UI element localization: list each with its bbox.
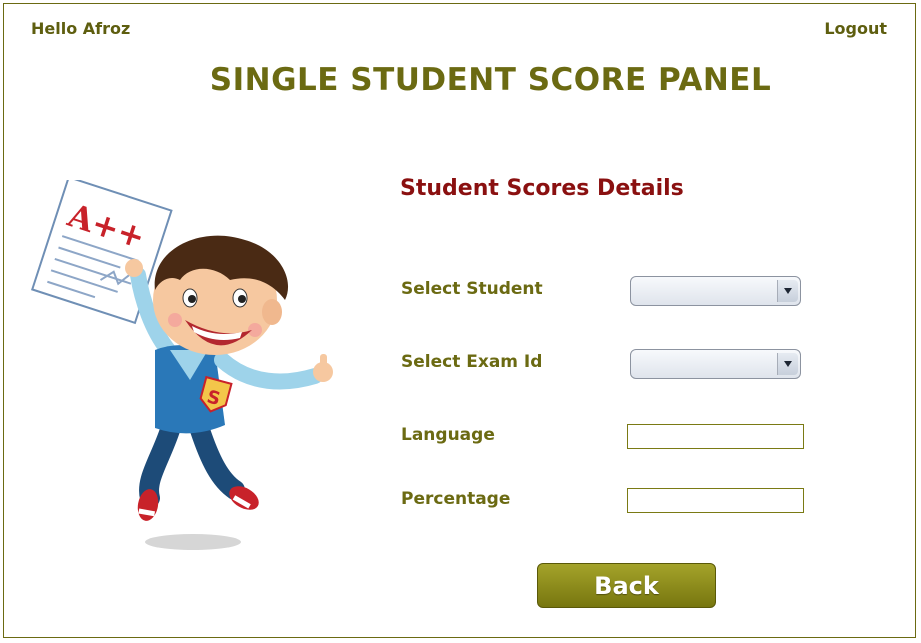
- percentage-field[interactable]: [627, 488, 804, 513]
- percentage-label: Percentage: [401, 489, 511, 509]
- chevron-down-icon: [784, 288, 792, 294]
- chevron-down-icon: [784, 361, 792, 367]
- section-title: Student Scores Details: [400, 176, 684, 201]
- student-mascot-illustration: A++ S: [30, 180, 333, 550]
- back-button[interactable]: Back: [537, 563, 716, 608]
- language-field[interactable]: [627, 424, 804, 449]
- select-exam-arrow-button[interactable]: [777, 353, 798, 375]
- select-student-arrow-button[interactable]: [777, 280, 798, 302]
- select-exam-label: Select Exam Id: [401, 352, 543, 372]
- select-exam-dropdown[interactable]: [630, 349, 801, 379]
- language-label: Language: [401, 425, 495, 445]
- select-student-dropdown[interactable]: [630, 276, 801, 306]
- page-title: SINGLE STUDENT SCORE PANEL: [209, 62, 772, 98]
- select-student-label: Select Student: [401, 279, 543, 299]
- logout-link[interactable]: Logout: [824, 19, 887, 38]
- shadow-ellipse: [145, 534, 241, 550]
- greeting-text: Hello Afroz: [31, 19, 131, 38]
